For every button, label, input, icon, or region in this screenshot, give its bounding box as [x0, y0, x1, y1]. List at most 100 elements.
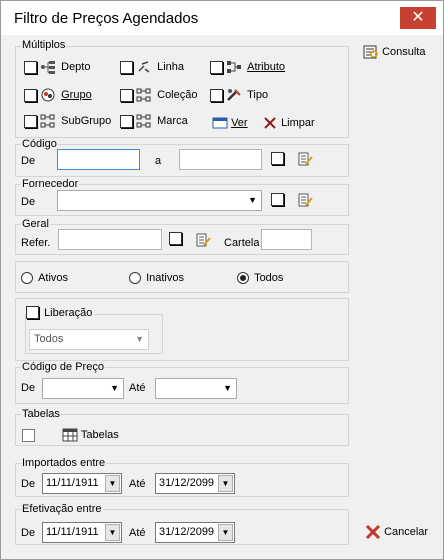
- fornecedor-checkbox[interactable]: [271, 193, 284, 206]
- multiplos-group: Múltiplos Depto Linha Atributo Grupo Col…: [15, 39, 349, 138]
- depto-option[interactable]: Depto: [24, 60, 90, 74]
- cancelar-button[interactable]: Cancelar: [365, 525, 428, 539]
- codigo-legend: Código: [21, 138, 58, 150]
- codigo-preco-legend: Código de Preço: [21, 361, 105, 373]
- group-circle-icon: [41, 88, 55, 102]
- consulta-label: Consulta: [382, 45, 426, 58]
- codigo-preco-group: Código de Preço De ▼ Até ▼: [15, 361, 349, 404]
- edit-list-icon[interactable]: [297, 152, 313, 166]
- codigo-de-input[interactable]: [57, 149, 140, 170]
- liberacao-option[interactable]: Liberação: [26, 306, 95, 319]
- marca-checkbox[interactable]: [120, 114, 133, 128]
- linha-checkbox[interactable]: [120, 60, 133, 74]
- codigo-preco-ate-select[interactable]: ▼: [155, 378, 237, 399]
- refer-label: Refer.: [21, 237, 51, 249]
- grupo-option[interactable]: Grupo: [24, 88, 92, 102]
- colecao-checkbox[interactable]: [120, 88, 133, 102]
- limpar-label: Limpar: [281, 116, 315, 129]
- fornecedor-group: Fornecedor De ▼: [15, 178, 349, 216]
- cancel-x-icon: [365, 525, 381, 539]
- depto-checkbox[interactable]: [24, 60, 37, 74]
- refer-checkbox[interactable]: [169, 232, 182, 245]
- atributo-checkbox[interactable]: [210, 60, 223, 74]
- type-tools-icon: [227, 89, 241, 101]
- todos-label: Todos: [254, 272, 284, 285]
- window-view-icon: [212, 117, 228, 129]
- codigo-a-label: a: [155, 155, 162, 167]
- atributo-option[interactable]: Atributo: [210, 60, 285, 74]
- ativos-label: Ativos: [38, 272, 69, 285]
- tipo-label: Tipo: [247, 89, 269, 101]
- title-bar: Filtro de Preços Agendados ✕: [1, 1, 443, 35]
- importados-ate-date[interactable]: 31/12/2099 ▼: [155, 473, 235, 494]
- grupo-label: Grupo: [61, 89, 92, 101]
- status-group: Ativos Inativos Todos: [15, 261, 349, 293]
- efetivacao-de-date[interactable]: 11/11/1911 ▼: [42, 522, 122, 543]
- cartela-input[interactable]: [261, 229, 312, 250]
- chevron-down-icon: ▼: [223, 383, 232, 393]
- tipo-checkbox[interactable]: [210, 88, 223, 102]
- colecao-option[interactable]: Coleção: [120, 88, 197, 102]
- ver-button[interactable]: Ver: [212, 116, 248, 130]
- tabelas-legend: Tabelas: [21, 408, 61, 420]
- importados-legend: Importados entre: [21, 457, 107, 469]
- calendar-dropdown-icon[interactable]: ▼: [218, 475, 233, 492]
- tipo-option[interactable]: Tipo: [210, 88, 268, 102]
- department-tree-icon: [41, 61, 56, 74]
- efetivacao-legend: Efetivação entre: [21, 503, 103, 515]
- refer-input[interactable]: [58, 229, 162, 250]
- importados-ate-label: Até: [129, 478, 146, 490]
- fornecedor-de-label: De: [21, 196, 36, 208]
- tabelas-group: Tabelas Tabelas: [15, 408, 349, 446]
- importados-group: Importados entre De 11/11/1911 ▼ Até 31/…: [15, 457, 349, 497]
- tabelas-checkbox[interactable]: [22, 429, 35, 442]
- liberacao-label: Liberação: [44, 306, 93, 319]
- linha-label: Linha: [157, 61, 185, 73]
- inativos-radio-circle[interactable]: [129, 272, 141, 285]
- liberacao-value: Todos: [34, 333, 64, 345]
- importados-ate-value: 31/12/2099: [159, 477, 215, 489]
- importados-de-date[interactable]: 11/11/1911 ▼: [42, 473, 122, 494]
- cartela-label: Cartela: [224, 237, 260, 249]
- limpar-button[interactable]: Limpar: [262, 116, 315, 130]
- grupo-checkbox[interactable]: [24, 88, 37, 102]
- fornecedor-select[interactable]: ▼: [57, 190, 262, 211]
- ativos-radio[interactable]: Ativos: [21, 272, 69, 285]
- codigo-a-input[interactable]: [179, 149, 262, 170]
- liberacao-outer: Liberação Todos ▼: [15, 298, 349, 361]
- efetivacao-de-label: De: [21, 527, 36, 539]
- subgrupo-checkbox[interactable]: [24, 114, 37, 128]
- ver-label: Ver: [231, 116, 248, 129]
- search-report-icon: [363, 45, 378, 59]
- calendar-dropdown-icon[interactable]: ▼: [218, 524, 233, 541]
- chevron-down-icon: ▼: [110, 383, 119, 393]
- brand-grid-icon: [136, 114, 151, 128]
- ativos-radio-circle[interactable]: [21, 272, 33, 285]
- linha-option[interactable]: Linha: [120, 60, 184, 74]
- efetivacao-ate-value: 31/12/2099: [159, 526, 215, 538]
- marca-option[interactable]: Marca: [120, 114, 188, 128]
- multiplos-legend: Múltiplos: [21, 39, 67, 51]
- codigo-de-label: De: [21, 155, 36, 167]
- close-button[interactable]: ✕: [400, 7, 436, 29]
- efetivacao-ate-date[interactable]: 31/12/2099 ▼: [155, 522, 235, 543]
- inativos-radio[interactable]: Inativos: [129, 272, 184, 285]
- edit-list-icon[interactable]: [195, 233, 211, 247]
- tabelas-button[interactable]: Tabelas: [62, 428, 119, 442]
- calendar-dropdown-icon[interactable]: ▼: [105, 524, 120, 541]
- filter-dialog: Filtro de Preços Agendados ✕ Múltiplos D…: [0, 0, 444, 560]
- calendar-dropdown-icon[interactable]: ▼: [105, 475, 120, 492]
- marca-label: Marca: [157, 115, 188, 127]
- codigo-preco-de-select[interactable]: ▼: [42, 378, 124, 399]
- todos-radio[interactable]: Todos: [237, 272, 284, 285]
- edit-list-icon[interactable]: [297, 193, 313, 207]
- subgrupo-option[interactable]: SubGrupo: [24, 114, 111, 128]
- liberacao-select[interactable]: Todos ▼: [29, 329, 149, 350]
- consulta-button[interactable]: Consulta: [363, 45, 425, 59]
- liberacao-checkbox[interactable]: [26, 306, 39, 319]
- codigo-checkbox[interactable]: [271, 152, 284, 165]
- subgrupo-label: SubGrupo: [61, 115, 112, 127]
- atributo-label: Atributo: [247, 61, 286, 73]
- todos-radio-circle[interactable]: [237, 272, 249, 285]
- attribute-tree-icon: [227, 61, 242, 73]
